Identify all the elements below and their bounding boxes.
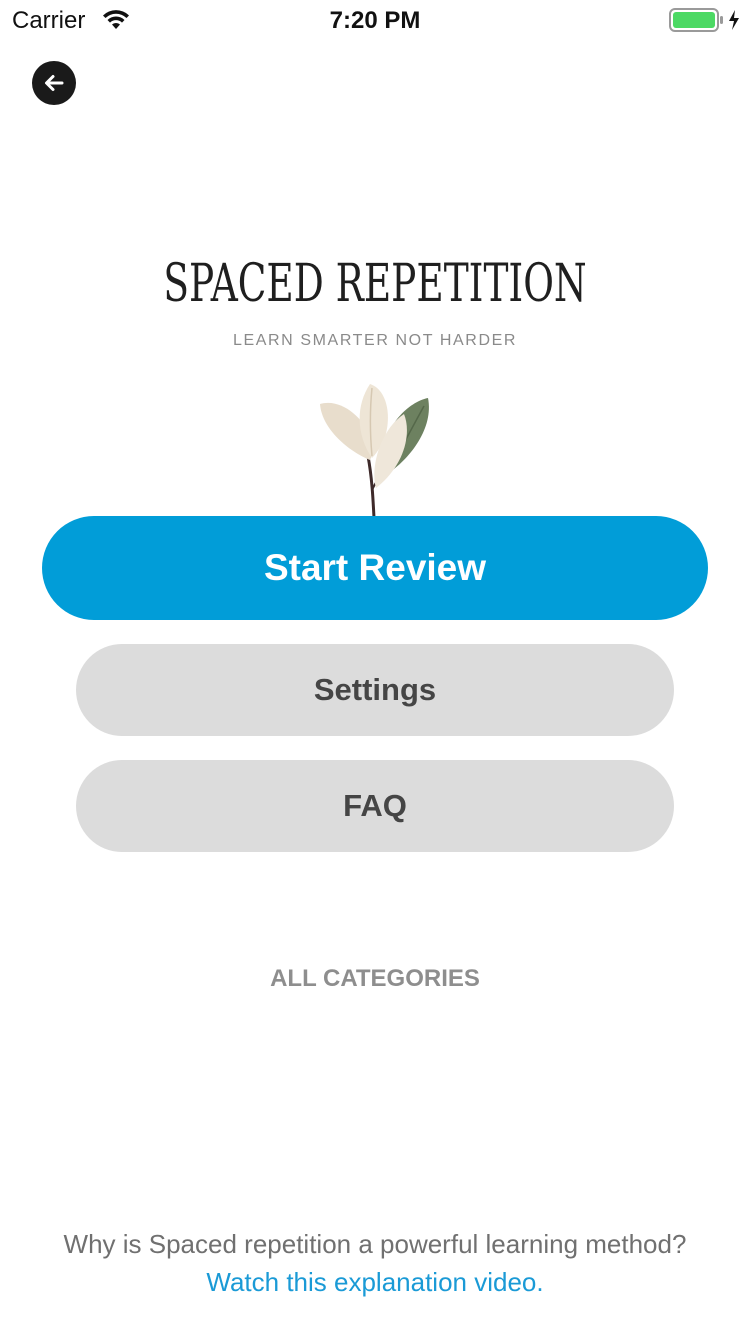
- app-tagline: LEARN SMARTER NOT HARDER: [232, 332, 518, 349]
- all-categories-link[interactable]: ALL CATEGORIES: [0, 965, 750, 993]
- battery-icon: [669, 8, 725, 32]
- back-button[interactable]: [32, 61, 76, 105]
- leaf-sprig-illustration: [300, 378, 450, 520]
- status-bar: Carrier 7:20 PM: [0, 0, 750, 40]
- settings-button[interactable]: Settings: [76, 644, 674, 736]
- charging-icon: [727, 9, 741, 31]
- start-review-button[interactable]: Start Review: [42, 516, 708, 620]
- faq-button[interactable]: FAQ: [76, 760, 674, 852]
- status-time: 7:20 PM: [329, 7, 421, 34]
- arrow-left-icon: [45, 75, 64, 91]
- explanation-video-link[interactable]: Watch this explanation video.: [0, 1267, 750, 1298]
- app-title: SPACED REPETITION: [163, 254, 587, 314]
- footer-question: Why is Spaced repetition a powerful lear…: [63, 1229, 687, 1259]
